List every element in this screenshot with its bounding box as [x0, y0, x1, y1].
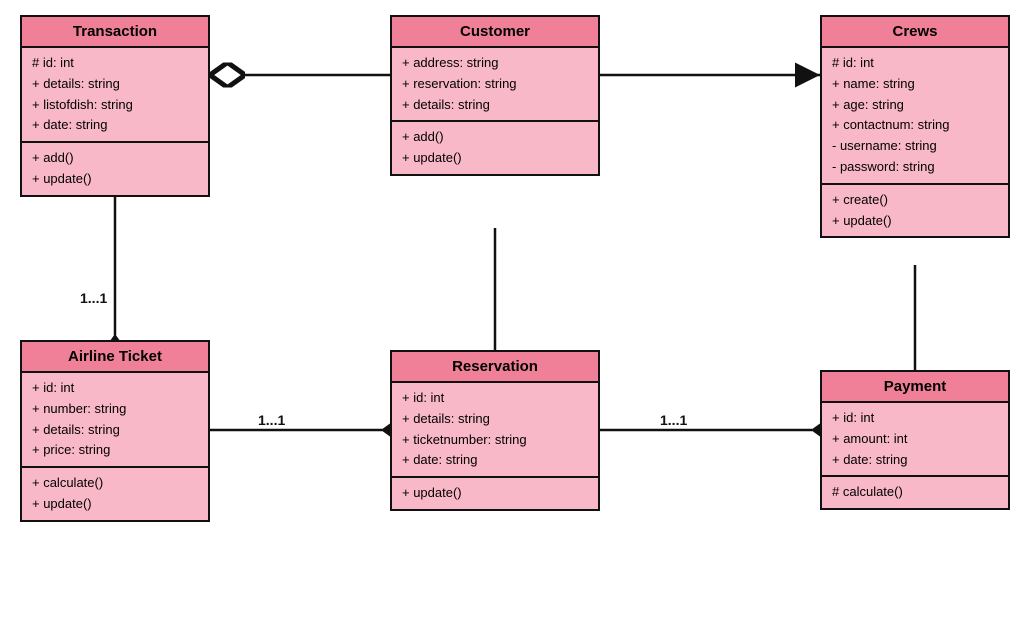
- class-airline-ticket: Airline Ticket + id: int + number: strin…: [20, 340, 210, 522]
- class-transaction-header: Transaction: [22, 17, 208, 48]
- class-customer-header: Customer: [392, 17, 598, 48]
- diagram-container: 1...1 1...1 1...1 Transaction # id: int …: [0, 0, 1024, 640]
- class-airline-ticket-attrs: + id: int + number: string + details: st…: [22, 373, 208, 468]
- class-reservation-attrs: + id: int + details: string + ticketnumb…: [392, 383, 598, 478]
- class-payment-methods: # calculate(): [822, 477, 1008, 508]
- class-customer-methods: + add() + update(): [392, 122, 598, 174]
- class-reservation-header: Reservation: [392, 352, 598, 383]
- class-reservation: Reservation + id: int + details: string …: [390, 350, 600, 511]
- class-customer-attrs: + address: string + reservation: string …: [392, 48, 598, 122]
- class-airline-ticket-methods: + calculate() + update(): [22, 468, 208, 520]
- class-transaction-attrs: # id: int + details: string + listofdish…: [22, 48, 208, 143]
- class-customer: Customer + address: string + reservation…: [390, 15, 600, 176]
- class-crews: Crews # id: int + name: string + age: st…: [820, 15, 1010, 238]
- class-transaction-methods: + add() + update(): [22, 143, 208, 195]
- class-crews-header: Crews: [822, 17, 1008, 48]
- label-transaction-airline: 1...1: [80, 290, 107, 306]
- class-transaction: Transaction # id: int + details: string …: [20, 15, 210, 197]
- class-crews-methods: + create() + update(): [822, 185, 1008, 237]
- class-payment-attrs: + id: int + amount: int + date: string: [822, 403, 1008, 477]
- class-payment: Payment + id: int + amount: int + date: …: [820, 370, 1010, 510]
- class-crews-attrs: # id: int + name: string + age: string +…: [822, 48, 1008, 185]
- class-reservation-methods: + update(): [392, 478, 598, 509]
- class-airline-ticket-header: Airline Ticket: [22, 342, 208, 373]
- label-reservation-payment: 1...1: [660, 412, 687, 428]
- class-payment-header: Payment: [822, 372, 1008, 403]
- label-airline-reservation: 1...1: [258, 412, 285, 428]
